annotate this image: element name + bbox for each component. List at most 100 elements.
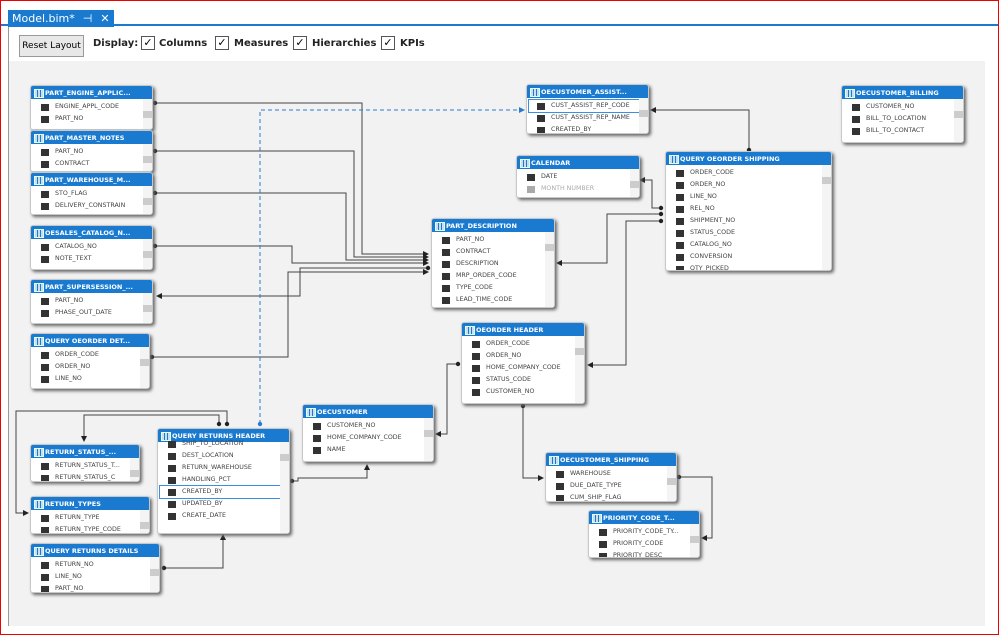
scrollbar[interactable] bbox=[150, 557, 159, 592]
column-item[interactable]: SHIPMENT_NO bbox=[676, 215, 831, 227]
scrollbar[interactable] bbox=[140, 347, 149, 388]
column-item[interactable]: NOTE_TEXT bbox=[41, 253, 152, 265]
table-header[interactable]: QUERY OEORDER DET... bbox=[31, 334, 149, 347]
column-item[interactable]: DELIVERY_CONSTRAIN bbox=[41, 200, 152, 212]
column-item[interactable]: DESCRIPTION bbox=[442, 258, 554, 270]
column-item[interactable]: DUE_DATE_TYPE bbox=[556, 480, 676, 492]
scrollbar[interactable] bbox=[424, 418, 433, 461]
column-item[interactable]: PHASE_OUT_DATE bbox=[41, 307, 152, 319]
column-item[interactable]: LEAD_TIME_CODE bbox=[442, 294, 554, 306]
column-item[interactable]: LINE_NO bbox=[41, 373, 149, 385]
column-item[interactable]: ORDER_CODE bbox=[676, 167, 831, 179]
scrollbar[interactable] bbox=[545, 232, 554, 307]
column-item[interactable]: CUSTOMER_NO bbox=[472, 386, 584, 398]
column-item[interactable]: MRP_ORDER_CODE bbox=[442, 270, 554, 282]
column-item[interactable]: CATALOG_NO bbox=[676, 239, 831, 251]
table-header[interactable]: OECUSTOMER_SHIPPING bbox=[546, 453, 676, 466]
table-part-description[interactable]: PART_DESCRIPTION PART_NO CONTRACT DESCRIPTI… bbox=[431, 218, 555, 308]
column-item[interactable]: RETURN_STATUS_C bbox=[41, 472, 139, 481]
table-query-oeorder-shipping[interactable]: QUERY OEORDER SHIPPING ORDER_CODE ORDER_NO… bbox=[665, 151, 832, 271]
table-oecustomer-billing[interactable]: OECUSTOMER_BILLING CUSTOMER_NO BILL_TO_LOC… bbox=[841, 85, 964, 143]
table-header[interactable]: QUERY RETURNS DETAILS bbox=[31, 544, 159, 557]
scrollbar[interactable] bbox=[143, 186, 152, 214]
table-query-returns-header[interactable]: QUERY RETURNS HEADER SHIP_TO_LOCATION DEST… bbox=[157, 428, 290, 534]
column-item[interactable]: CUSTOMER_NO bbox=[852, 101, 963, 113]
column-item[interactable]: HOME_COMPANY_CODE bbox=[313, 432, 433, 444]
column-item[interactable]: RETURN_TYPE bbox=[41, 512, 149, 524]
table-header[interactable]: RETURN_STATUS_... bbox=[31, 445, 139, 458]
scrollbar[interactable] bbox=[143, 239, 152, 269]
column-item[interactable]: RETURN_STATUS_T... bbox=[41, 460, 139, 472]
column-item[interactable]: ORDER_CODE bbox=[472, 338, 584, 350]
table-header[interactable]: PART_SUPERSESSION_... bbox=[31, 280, 152, 293]
table-oecustomer-shipping[interactable]: OECUSTOMER_SHIPPING WAREHOUSE DUE_DATE_TYP… bbox=[545, 452, 677, 502]
table-header[interactable]: OECUSTOMER_BILLING bbox=[842, 86, 963, 99]
scrollbar[interactable] bbox=[140, 510, 149, 533]
scrollbar[interactable] bbox=[822, 165, 831, 270]
column-item[interactable]: CREATED_BY bbox=[537, 124, 648, 133]
table-part-supersession[interactable]: PART_SUPERSESSION_... PART_NO PHASE_OUT_DA… bbox=[30, 279, 153, 324]
scrollbar[interactable] bbox=[639, 98, 648, 133]
scrollbar[interactable] bbox=[690, 524, 699, 557]
column-item[interactable]: RETURN_NO bbox=[41, 559, 159, 571]
table-header[interactable]: PART_ENGINE_APPLIC... bbox=[31, 86, 152, 99]
column-item[interactable]: DATE bbox=[527, 171, 639, 183]
table-return-types[interactable]: RETURN_TYPES RETURN_TYPE RETURN_TYPE_CODE bbox=[30, 496, 150, 534]
column-item[interactable]: CREATE_DATE bbox=[168, 510, 289, 522]
column-item[interactable]: PRIORITY_DESC bbox=[599, 550, 699, 557]
column-item[interactable]: PART_NO bbox=[41, 295, 152, 307]
column-item[interactable]: DEST_LOCATION bbox=[168, 450, 289, 462]
column-item[interactable]: PART_NO bbox=[41, 583, 159, 592]
column-item[interactable]: CONTRACT bbox=[41, 158, 152, 170]
column-item[interactable]: TYPE_CODE bbox=[442, 282, 554, 294]
column-item[interactable]: ORDER_CODE bbox=[41, 349, 149, 361]
table-priority-code-t[interactable]: PRIORITY_CODE_T... PRIORITY_CODE_TY... PRI… bbox=[588, 510, 700, 558]
column-item[interactable]: MONTH NUMBER bbox=[527, 183, 639, 195]
column-item[interactable]: CREATED_BY bbox=[159, 485, 289, 499]
column-item[interactable]: ENGINE_APPL_CODE bbox=[41, 101, 152, 113]
column-item[interactable]: RETURN_TYPE_CODE bbox=[41, 524, 149, 533]
column-item[interactable]: WAREHOUSE bbox=[556, 468, 676, 480]
table-query-returns-details[interactable]: QUERY RETURNS DETAILS RETURN_NO LINE_NO PAR… bbox=[30, 543, 160, 593]
table-part-master-notes[interactable]: PART_MASTER_NOTES PART_NO CONTRACT bbox=[30, 130, 153, 172]
table-part-warehouse-m[interactable]: PART_WAREHOUSE_M... STO_FLAG DELIVERY_CONS… bbox=[30, 172, 153, 215]
table-return-status[interactable]: RETURN_STATUS_... RETURN_STATUS_T... RETUR… bbox=[30, 444, 140, 482]
column-item[interactable]: UPDATED_BY bbox=[168, 498, 289, 510]
scrollbar[interactable] bbox=[130, 458, 139, 481]
column-item[interactable]: REL_NO bbox=[676, 203, 831, 215]
table-header[interactable]: PRIORITY_CODE_T... bbox=[589, 511, 699, 524]
table-oeorder-header[interactable]: OEORDER HEADER ORDER_CODE ORDER_NO HOME_COM… bbox=[461, 322, 585, 404]
scrollbar[interactable] bbox=[143, 144, 152, 171]
column-item[interactable]: CUM_SHIP_FLAG bbox=[556, 492, 676, 501]
column-item[interactable]: HANDLING_PCT bbox=[168, 474, 289, 486]
column-item[interactable]: LINE_NO bbox=[676, 191, 831, 203]
column-item[interactable]: BILL_TO_CONTACT bbox=[852, 125, 963, 137]
column-item[interactable]: CAP_QTY bbox=[41, 212, 152, 214]
column-item[interactable]: PRIORITY_CODE bbox=[599, 538, 699, 550]
table-header[interactable]: PART_MASTER_NOTES bbox=[31, 131, 152, 144]
column-item[interactable]: HOME_COMPANY_CODE bbox=[472, 362, 584, 374]
scrollbar[interactable] bbox=[575, 336, 584, 403]
column-item[interactable]: CUSTOMER_NO bbox=[313, 420, 433, 432]
column-item[interactable]: PRIORITY_CODE_TY... bbox=[599, 526, 699, 538]
table-header[interactable]: CALENDAR bbox=[517, 156, 639, 169]
scrollbar[interactable] bbox=[667, 466, 676, 501]
column-item[interactable]: CUST_ASSIST_REP_NAME bbox=[537, 112, 648, 124]
column-item[interactable]: LINE_NO bbox=[41, 571, 159, 583]
table-oecustomer[interactable]: OECUSTOMER CUSTOMER_NO HOME_COMPANY_CODE NA… bbox=[302, 404, 434, 462]
table-calendar[interactable]: CALENDAR DATE MONTH NUMBER bbox=[516, 155, 640, 198]
table-query-oeorder-det[interactable]: QUERY OEORDER DET... ORDER_CODE ORDER_NO LI… bbox=[30, 333, 150, 389]
column-item[interactable]: NAME bbox=[313, 444, 433, 456]
column-item[interactable]: BILL_TO_LOCATION bbox=[852, 113, 963, 125]
column-item[interactable]: SHIP_TO_LOCATION bbox=[168, 438, 289, 450]
table-header[interactable]: OEORDER HEADER bbox=[462, 323, 584, 336]
scrollbar[interactable] bbox=[280, 442, 289, 533]
column-item[interactable]: RETURN_WAREHOUSE bbox=[168, 462, 289, 474]
column-item[interactable]: ORDER_NO bbox=[676, 179, 831, 191]
column-item[interactable]: CATALOG_NO bbox=[41, 241, 152, 253]
table-header[interactable]: PART_DESCRIPTION bbox=[432, 219, 554, 232]
table-oesales-catalog-n[interactable]: OESALES_CATALOG_N... CATALOG_NO NOTE_TEXT bbox=[30, 225, 153, 270]
column-item[interactable]: PART_NO bbox=[41, 146, 152, 158]
column-item[interactable]: PART_NO bbox=[41, 113, 152, 125]
table-oecustomer-assist[interactable]: OECUSTOMER_ASSIST... CUST_ASSIST_REP_CODE… bbox=[526, 84, 649, 134]
